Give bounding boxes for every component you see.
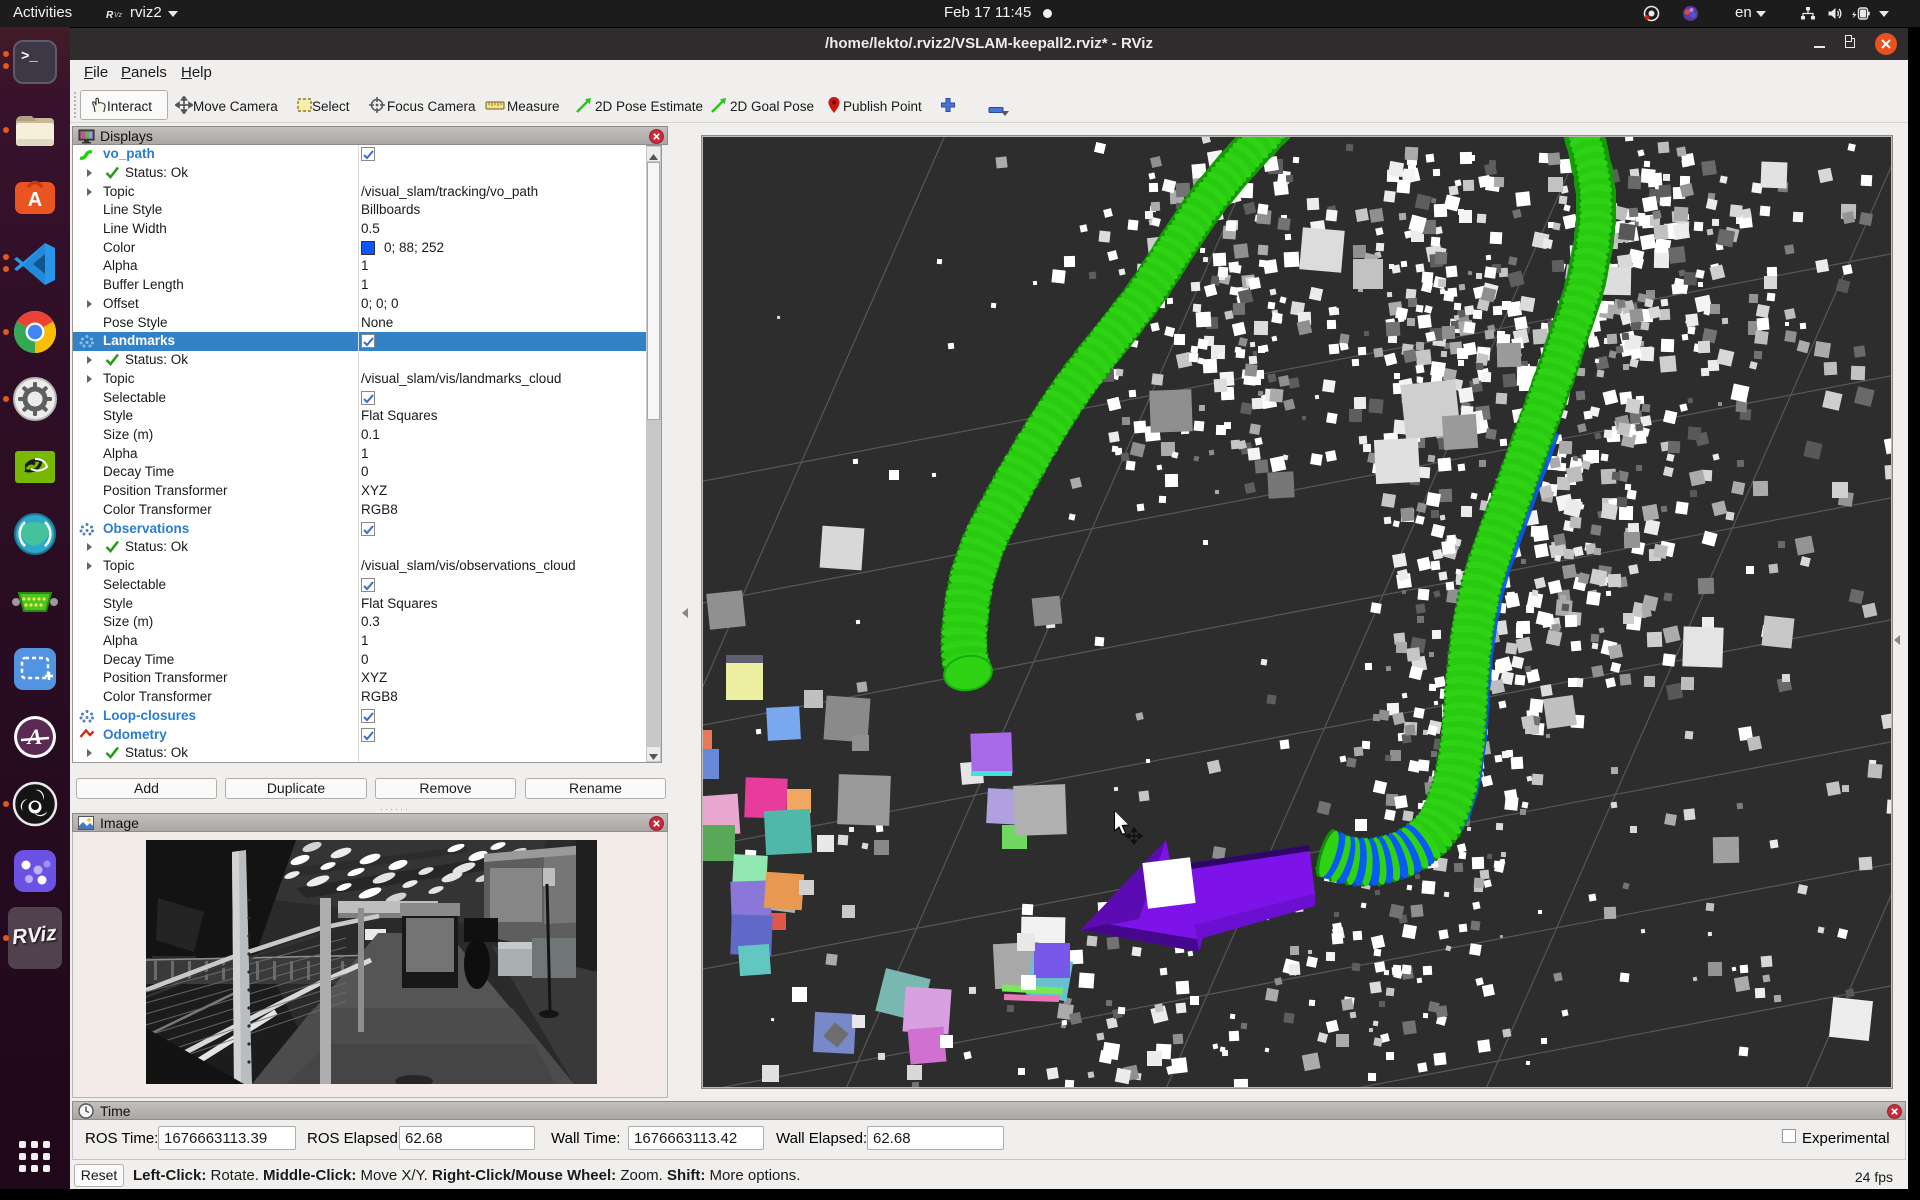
- svg-text:Vz: Vz: [114, 12, 122, 19]
- svg-text:>_: >_: [21, 49, 38, 65]
- svg-text:A: A: [28, 189, 42, 211]
- svg-text:R: R: [106, 10, 114, 20]
- svg-text:A: A: [26, 724, 43, 749]
